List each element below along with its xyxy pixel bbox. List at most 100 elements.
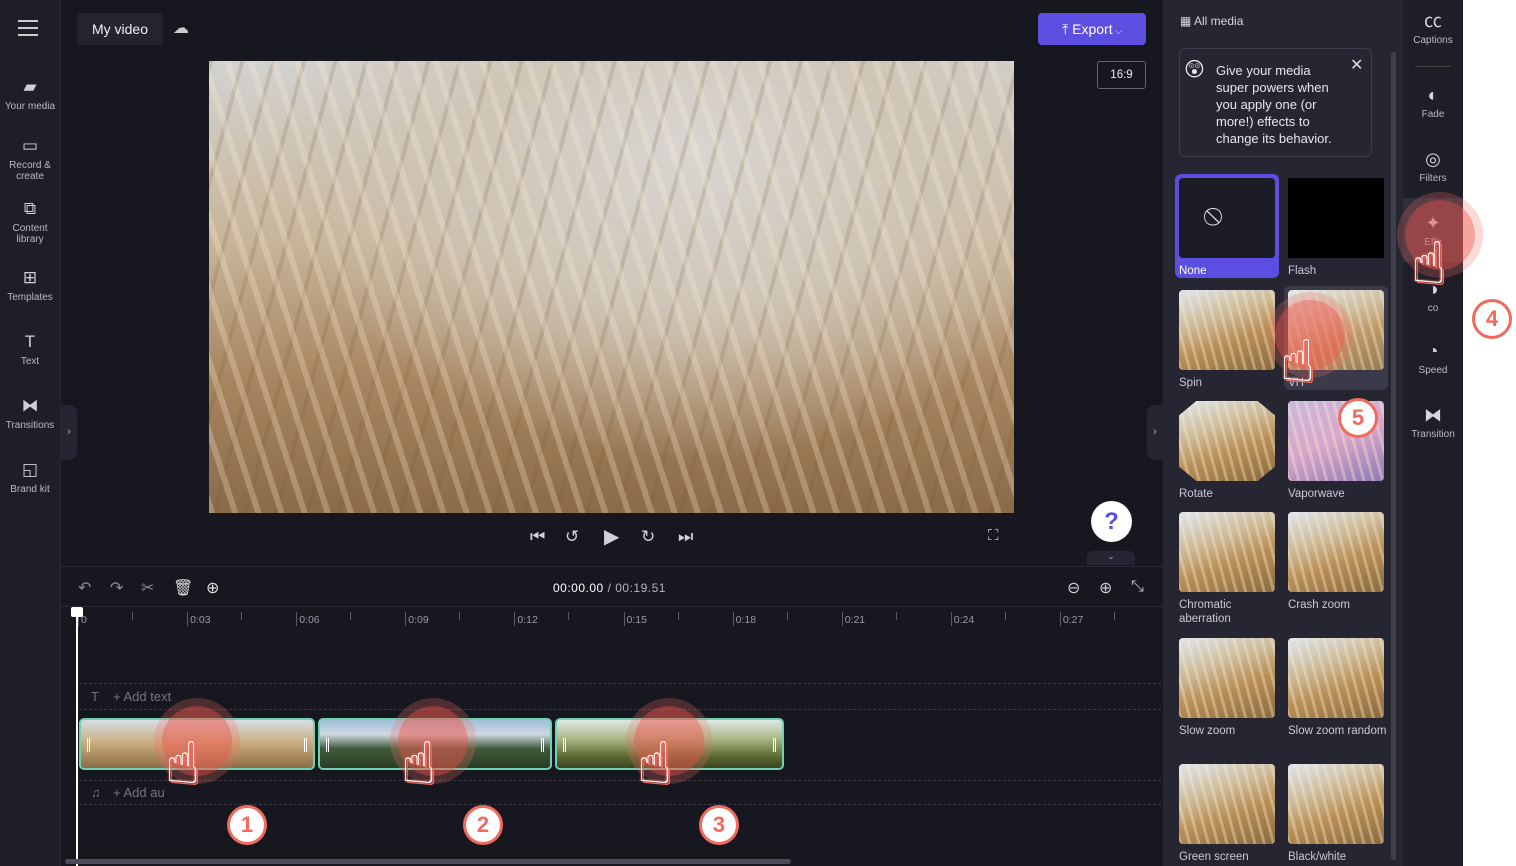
strip-label: Speed [1418, 365, 1448, 376]
redo-icon[interactable]: ↷ [110, 578, 123, 598]
skip-to-end-button[interactable]: ⏭ [678, 527, 693, 547]
panel-scrollbar[interactable] [1391, 52, 1396, 860]
fit-timeline-icon[interactable]: ⤡ [1131, 578, 1144, 596]
effect-label: Slow zoom random [1288, 725, 1387, 737]
all-media-label: All media [1194, 14, 1244, 28]
total-time: / 00:19.51 [607, 581, 666, 595]
nav-record-create[interactable]: ▭ Record & create [0, 136, 60, 182]
ruler-tick [1059, 612, 1061, 626]
trim-handle-right[interactable] [541, 738, 544, 752]
ruler-tick [514, 612, 516, 626]
cut-icon[interactable]: ✂ [141, 578, 154, 598]
strip-label: Filters [1419, 173, 1447, 184]
effect-label: Spin [1179, 377, 1203, 389]
skip-to-start-button[interactable]: ⏮ [530, 527, 545, 547]
nav-label: Text [20, 356, 40, 367]
fullscreen-button[interactable]: ⛶ [988, 527, 999, 544]
zoom-in-icon[interactable]: ⊕ [1099, 578, 1112, 598]
ruler-minor-tick [786, 612, 788, 620]
effect-thumbnail [1288, 178, 1384, 258]
effect-thumbnail [1179, 512, 1275, 592]
emoji-icon: 😲 [1184, 59, 1205, 81]
ruler-minor-tick [459, 612, 461, 620]
strip-fade[interactable]: ◐ Fade [1403, 84, 1463, 120]
strip-filters[interactable]: ◎ Filters [1403, 148, 1463, 184]
nav-content-library[interactable]: ⧉ Content library [0, 199, 60, 245]
help-button[interactable]: ? [1091, 501, 1132, 542]
text-icon: T [24, 332, 36, 351]
effect-thumbnail [1288, 764, 1384, 844]
ruler-tick [187, 612, 189, 626]
nav-brand-kit[interactable]: ◱ Brand kit [0, 460, 60, 495]
undo-icon[interactable]: ↶ [78, 578, 91, 598]
music-icon: ♫ [91, 785, 101, 800]
step-badge-2: 2 [463, 805, 503, 845]
filters-icon: ◎ [1425, 149, 1441, 169]
folder-icon: ▰ [23, 77, 37, 96]
add-media-icon[interactable]: ⊕ [206, 578, 219, 598]
nav-text[interactable]: T Text [0, 332, 60, 367]
expand-right-panel-button[interactable]: › [1147, 405, 1163, 460]
forward-5-button[interactable]: ↻ [641, 527, 655, 547]
ruler-minor-tick [895, 612, 897, 620]
all-media-header[interactable]: ▦ All media [1180, 14, 1243, 28]
delete-icon[interactable]: 🗑 [173, 578, 193, 598]
strip-captions[interactable]: ㏄ Captions [1403, 10, 1463, 46]
trim-handle-left[interactable] [87, 738, 90, 752]
captions-icon: ㏄ [1424, 11, 1442, 31]
ruler-minor-tick [241, 612, 243, 620]
nav-label: Templates [7, 292, 53, 303]
rewind-5-button[interactable]: ↺ [565, 527, 579, 547]
effect-label: Black/white [1288, 851, 1347, 863]
text-track[interactable]: T + Add text [79, 683, 1161, 710]
strip-transition[interactable]: ⧓ Transition [1403, 404, 1463, 440]
nav-transitions[interactable]: ⧓ Transitions [0, 396, 60, 431]
trim-handle-left[interactable] [563, 738, 566, 752]
effect-thumbnail [1179, 638, 1275, 718]
effect-thumbnail [1179, 401, 1275, 481]
ruler-tick [405, 612, 407, 626]
export-label: Export [1072, 21, 1113, 37]
collapse-preview-button[interactable]: ⌄ [1087, 551, 1135, 565]
effect-label: Green screen [1179, 851, 1249, 863]
ruler-label: 0:06 [299, 614, 320, 626]
timeline-scrollbar[interactable] [65, 859, 791, 864]
ruler-tick [296, 612, 298, 626]
effect-label: None [1179, 265, 1207, 277]
step-badge-4: 4 [1472, 299, 1512, 339]
trim-handle-right[interactable] [773, 738, 776, 752]
close-icon[interactable]: ✕ [1350, 55, 1363, 75]
trim-handle-left[interactable] [326, 738, 329, 752]
ruler-label: 0:09 [408, 614, 429, 626]
library-icon: ⧉ [23, 199, 37, 218]
menu-icon[interactable] [18, 20, 38, 36]
project-title[interactable]: My video [77, 13, 163, 45]
playhead[interactable] [71, 607, 83, 866]
aspect-ratio-button[interactable]: 16:9 [1097, 61, 1146, 89]
expand-left-panel-button[interactable]: › [61, 405, 77, 460]
add-audio-label: + Add au [113, 785, 165, 800]
strip-speed[interactable]: ◔ Speed [1403, 340, 1463, 376]
nav-templates[interactable]: ⊞ Templates [0, 268, 60, 303]
speed-icon: ◔ [1427, 341, 1439, 361]
play-button[interactable]: ▶ [604, 524, 619, 549]
strip-label: Captions [1413, 35, 1453, 46]
pointer-hand-icon: ☝ [165, 731, 201, 796]
nav-label: Record & create [9, 160, 51, 182]
nav-label: Transitions [5, 420, 55, 431]
timecode: 00:00.00 / 00:19.51 [553, 581, 666, 595]
upload-icon: ⤒ [1062, 21, 1073, 37]
ruler-minor-tick [1113, 612, 1115, 620]
audio-track[interactable]: ♫ + Add au [79, 780, 1161, 805]
trim-handle-right[interactable] [304, 738, 307, 752]
zoom-out-icon[interactable]: ⊖ [1067, 578, 1080, 598]
transitions-icon: ⧓ [21, 396, 39, 415]
export-button[interactable]: ⤒ Export ⌵ [1038, 13, 1146, 45]
nav-your-media[interactable]: ▰ Your media [0, 77, 60, 112]
effect-thumbnail [1179, 290, 1275, 370]
effect-thumbnail: ⃠ [1179, 178, 1275, 258]
ruler-minor-tick [350, 612, 352, 620]
ruler-label: 0:24 [953, 614, 975, 626]
ruler-label: 0:21 [844, 614, 866, 626]
effect-thumbnail [1288, 512, 1384, 592]
